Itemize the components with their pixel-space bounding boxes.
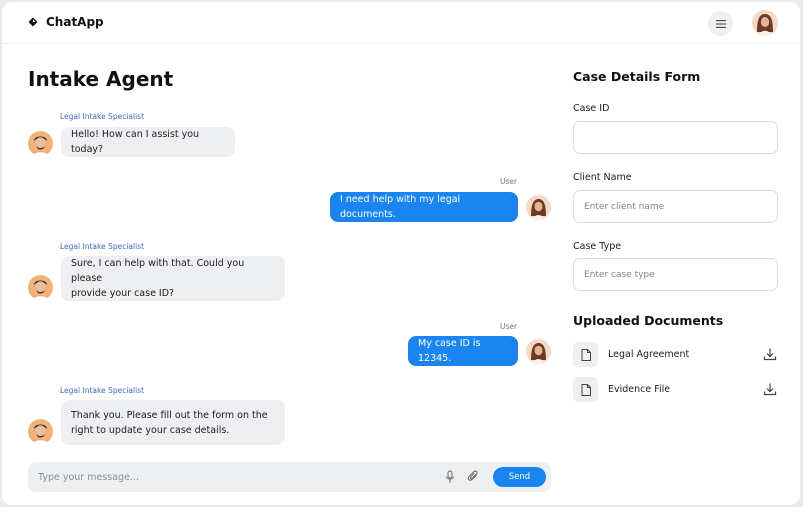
case-type-input[interactable] bbox=[584, 268, 769, 282]
case-id-field bbox=[573, 121, 778, 154]
sender-label: User bbox=[500, 322, 518, 331]
case-type-label: Case Type bbox=[573, 241, 622, 252]
message-composer: Send bbox=[28, 462, 551, 492]
agent-message: Sure, I can help with that. Could you pl… bbox=[61, 256, 285, 301]
message-text: I need help with my legal documents. bbox=[340, 194, 461, 220]
brand[interactable]: ChatApp bbox=[28, 15, 104, 29]
microphone-icon[interactable] bbox=[444, 470, 456, 484]
agent-message: Hello! How can I assist you today? bbox=[61, 127, 235, 157]
message-text: My case ID is 12345. bbox=[418, 338, 481, 364]
hamburger-icon bbox=[715, 19, 726, 28]
client-name-input[interactable] bbox=[584, 200, 769, 214]
user-message-avatar bbox=[526, 195, 551, 220]
agent-avatar bbox=[28, 275, 53, 300]
agent-avatar bbox=[28, 131, 53, 156]
form-title: Case Details Form bbox=[573, 69, 701, 84]
agent-message: Thank you. Please fill out the form on t… bbox=[61, 400, 285, 445]
download-icon[interactable] bbox=[763, 382, 777, 396]
app-window: ChatApp Intake Agent Legal Intake Specia… bbox=[2, 2, 800, 505]
document-item: Evidence File bbox=[573, 377, 778, 403]
case-type-field bbox=[573, 258, 778, 291]
documents-title: Uploaded Documents bbox=[573, 313, 724, 328]
message-text: Hello! How can I assist you today? bbox=[71, 129, 200, 155]
agent-avatar bbox=[28, 419, 53, 444]
brand-logo-icon bbox=[28, 17, 38, 27]
menu-button[interactable] bbox=[708, 11, 733, 36]
user-message: I need help with my legal documents. bbox=[330, 192, 518, 222]
file-icon bbox=[581, 383, 591, 396]
message-text-line: Sure, I can help with that. Could you pl… bbox=[71, 258, 245, 284]
document-name: Evidence File bbox=[608, 384, 671, 395]
document-item: Legal Agreement bbox=[573, 342, 778, 368]
user-message: My case ID is 12345. bbox=[408, 336, 518, 366]
sender-label: Legal Intake Specialist bbox=[60, 112, 145, 121]
download-icon[interactable] bbox=[763, 347, 777, 361]
file-icon bbox=[581, 348, 591, 361]
app-header: ChatApp bbox=[2, 2, 800, 44]
client-name-field bbox=[573, 190, 778, 223]
message-input[interactable] bbox=[38, 469, 418, 485]
sender-label: User bbox=[500, 177, 518, 186]
message-text-line: right to update your case details. bbox=[71, 424, 230, 436]
document-name: Legal Agreement bbox=[608, 349, 690, 360]
page-title: Intake Agent bbox=[28, 67, 174, 91]
sender-label: Legal Intake Specialist bbox=[60, 386, 145, 395]
send-button[interactable]: Send bbox=[493, 467, 546, 487]
message-text-line: provide your case ID? bbox=[71, 288, 175, 299]
client-name-label: Client Name bbox=[573, 172, 632, 183]
sender-label: Legal Intake Specialist bbox=[60, 242, 145, 251]
attachment-icon[interactable] bbox=[467, 470, 480, 484]
document-icon-box bbox=[573, 377, 598, 402]
user-avatar[interactable] bbox=[752, 10, 778, 36]
message-text-line: Thank you. Please fill out the form on t… bbox=[71, 409, 268, 421]
case-id-label: Case ID bbox=[573, 103, 610, 114]
user-message-avatar bbox=[526, 339, 551, 364]
case-id-input[interactable] bbox=[584, 131, 769, 145]
document-icon-box bbox=[573, 342, 598, 367]
app-name: ChatApp bbox=[46, 15, 104, 29]
